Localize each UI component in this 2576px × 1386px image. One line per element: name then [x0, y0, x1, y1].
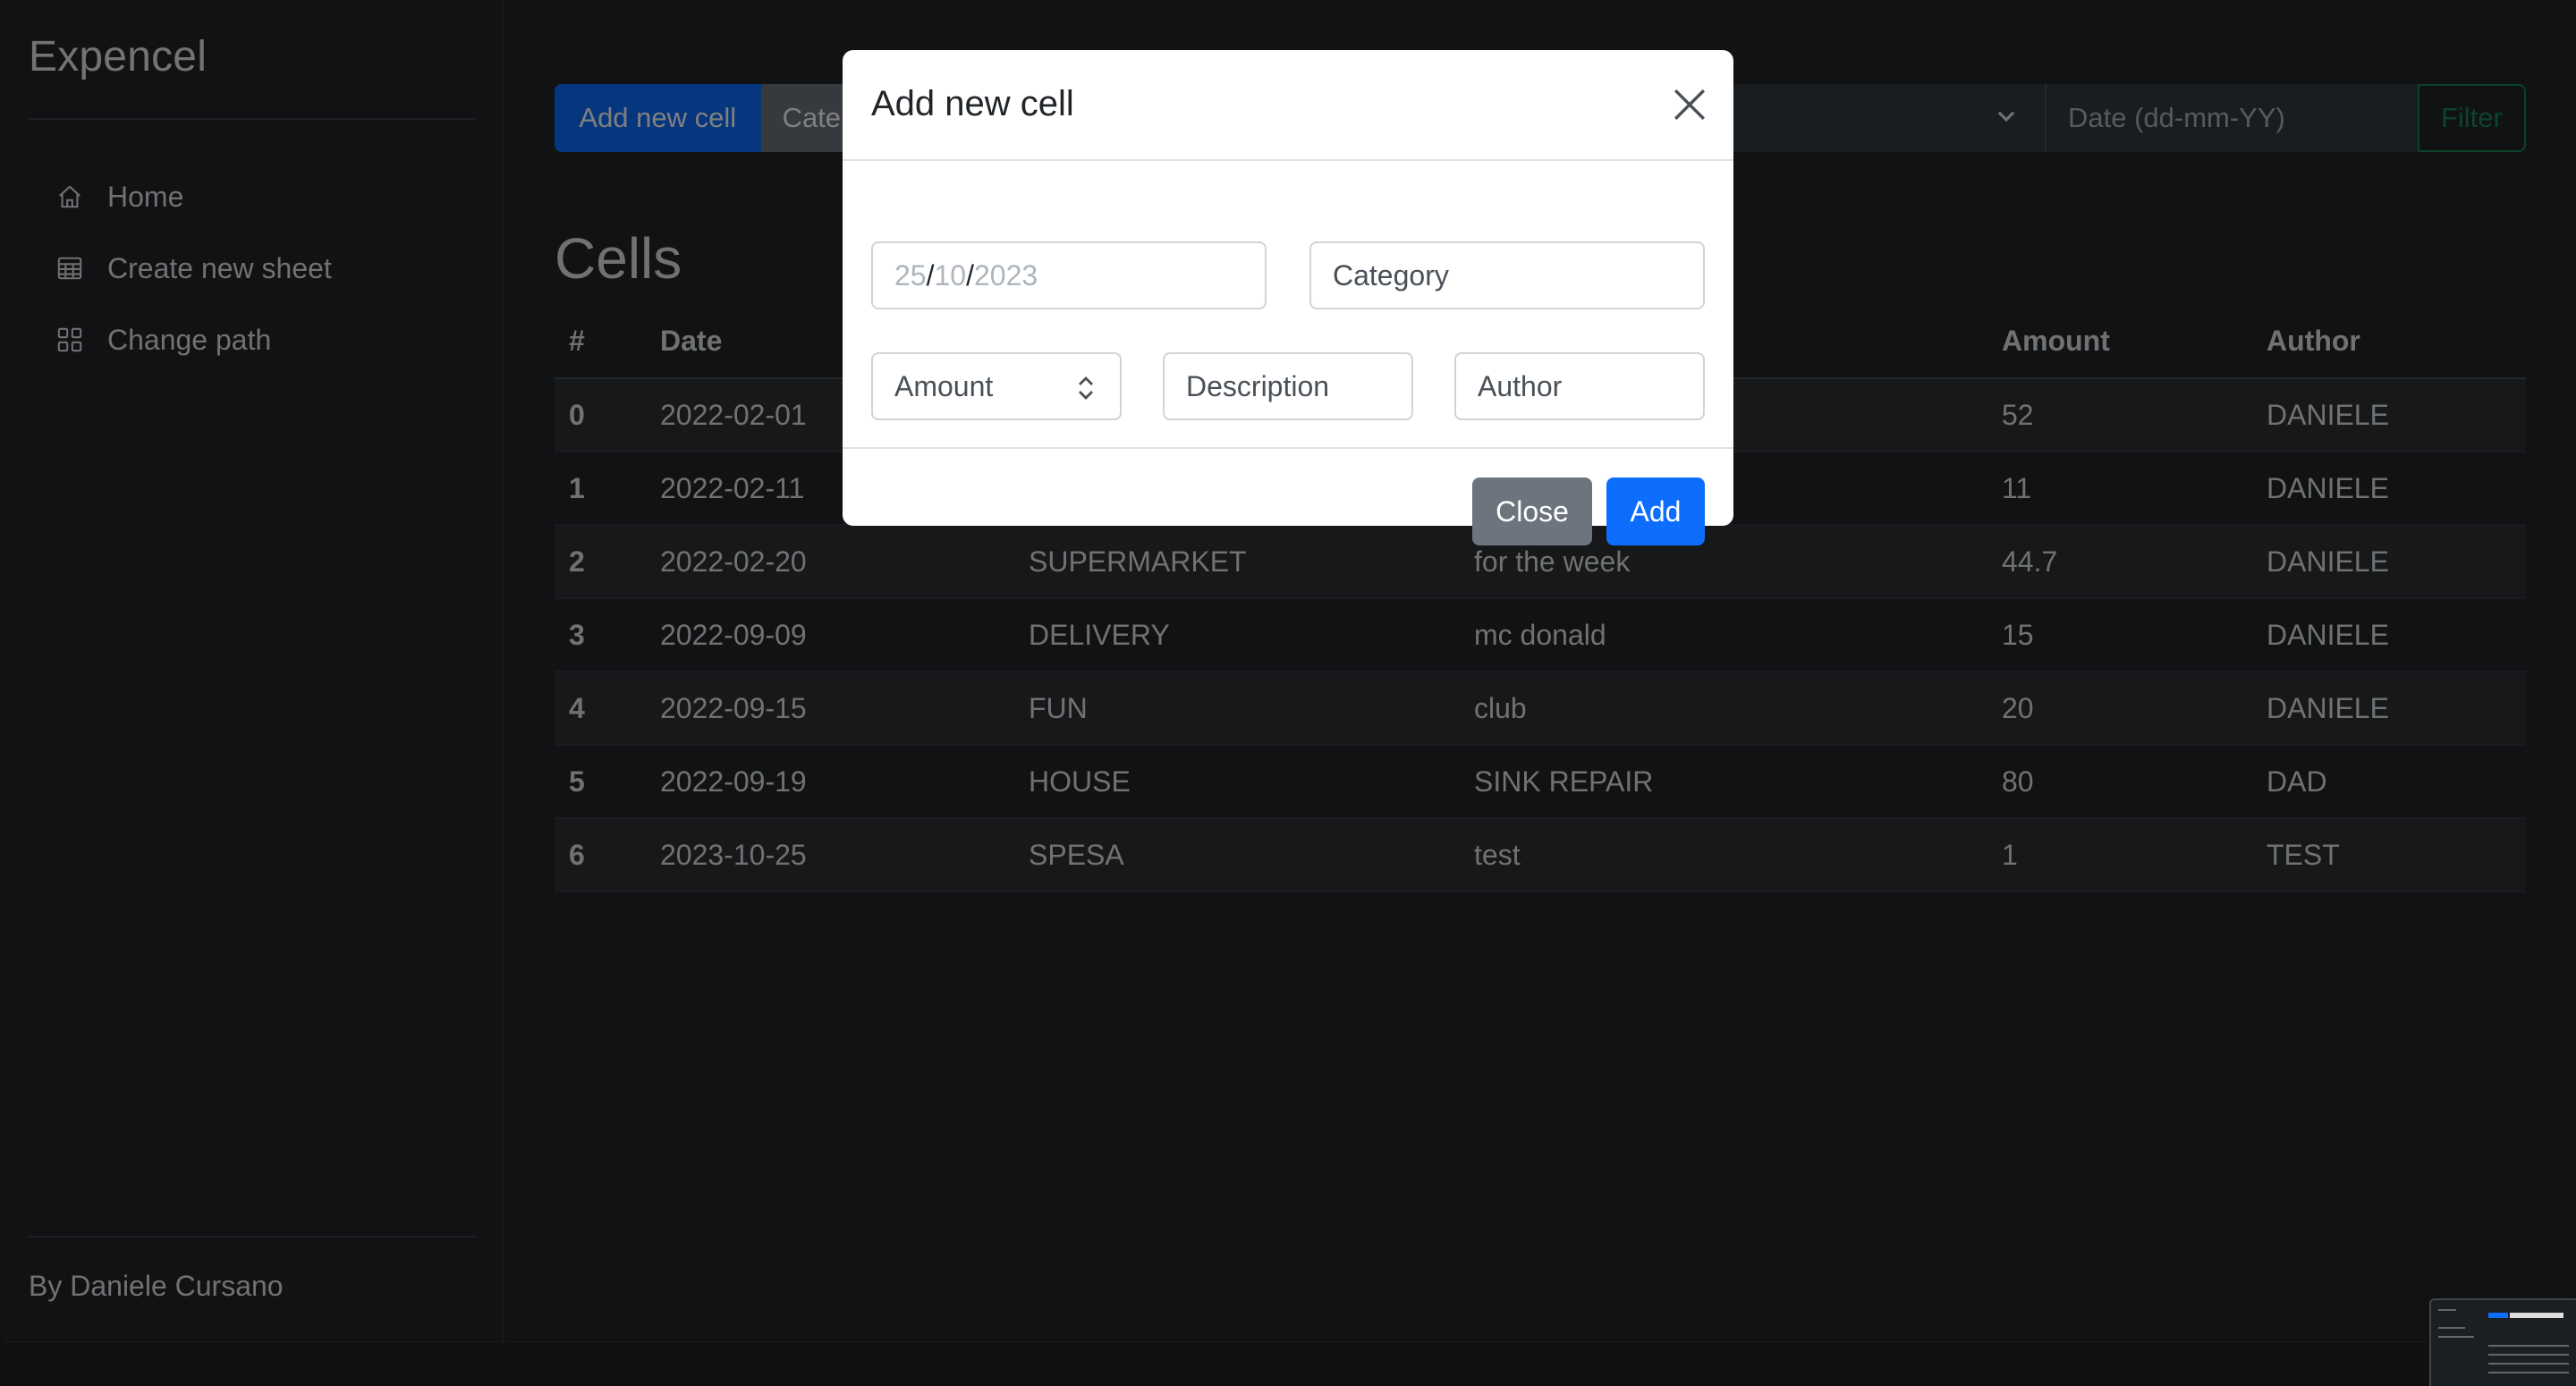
modal-footer [843, 449, 1733, 526]
date-separator: / [966, 258, 974, 292]
thumbnail-line [2438, 1336, 2474, 1338]
thumbnail-line [2438, 1327, 2465, 1329]
thumbnail-line [2438, 1309, 2456, 1311]
number-spinner-icon[interactable] [1073, 372, 1098, 404]
modal-title: Add new cell [871, 84, 1074, 123]
thumbnail-line [2488, 1363, 2569, 1365]
close-icon[interactable] [1669, 84, 1710, 125]
add-button[interactable]: Add [1606, 477, 1705, 545]
modal-body: 25/10/2023 Category Amount Description A… [843, 161, 1733, 449]
window-thumbnail[interactable] [2429, 1298, 2576, 1386]
date-separator: / [926, 258, 935, 292]
date-field[interactable]: 25/10/2023 [871, 241, 1267, 309]
date-day: 25 [894, 258, 927, 292]
close-button[interactable]: Close [1472, 477, 1592, 545]
thumbnail-line [2488, 1372, 2569, 1373]
add-cell-modal: Add new cell 25/10/2023 Category Amount [843, 50, 1733, 526]
thumbnail-line [2488, 1354, 2569, 1356]
description-placeholder: Description [1186, 369, 1330, 402]
amount-field[interactable]: Amount [871, 352, 1122, 420]
thumbnail-bar [2510, 1313, 2563, 1318]
category-field[interactable]: Category [1309, 241, 1705, 309]
description-field[interactable]: Description [1163, 352, 1413, 420]
thumbnail-accent [2488, 1313, 2508, 1318]
amount-placeholder: Amount [894, 369, 994, 402]
thumbnail-line [2488, 1345, 2569, 1347]
author-placeholder: Author [1478, 369, 1563, 402]
category-placeholder: Category [1333, 258, 1449, 292]
author-field[interactable]: Author [1454, 352, 1705, 420]
date-year: 2023 [973, 258, 1038, 292]
modal-header: Add new cell [843, 50, 1733, 161]
date-month: 10 [934, 258, 967, 292]
app-window: Expencel Home [0, 0, 2576, 1386]
